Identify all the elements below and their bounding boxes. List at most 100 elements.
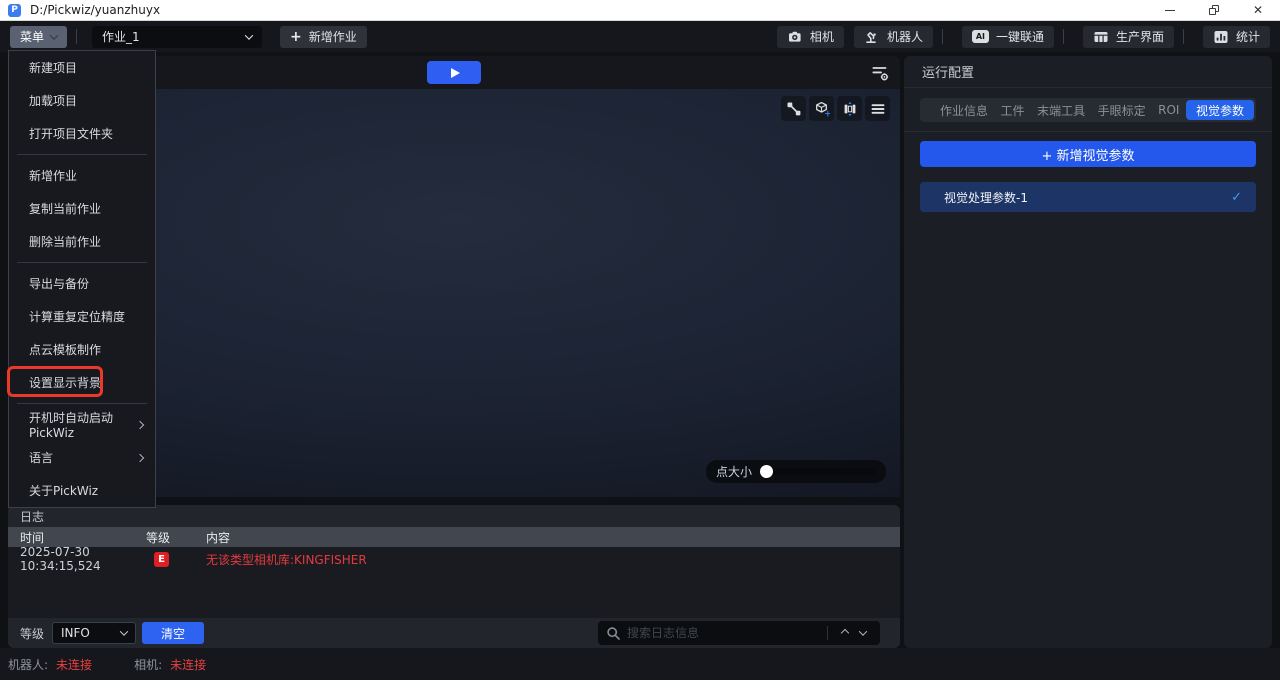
log-col-content: 内容 xyxy=(206,529,900,546)
robot-button[interactable]: 机器人 xyxy=(854,26,933,48)
robot-icon xyxy=(864,29,880,45)
job-select[interactable]: 作业_1 xyxy=(92,26,262,48)
production-grid-icon xyxy=(1093,29,1109,45)
menu-item-language[interactable]: 语言 xyxy=(9,441,155,474)
restore-icon xyxy=(1209,5,1219,15)
log-row[interactable]: 2025-07-30 10:34:15,524 E 无该类型相机库:KINGFI… xyxy=(8,547,900,571)
tab-job-info[interactable]: 作业信息 xyxy=(934,102,994,119)
menu-separator xyxy=(17,262,147,263)
measure-tool-button[interactable] xyxy=(781,96,806,121)
search-next-button[interactable] xyxy=(854,624,872,642)
log-table-header: 时间 等级 内容 xyxy=(8,527,900,547)
ai-link-label: 一键联通 xyxy=(996,28,1044,45)
chevron-down-icon xyxy=(120,627,128,635)
close-icon: ✕ xyxy=(1253,4,1263,16)
robot-status-value: 未连接 xyxy=(56,656,92,673)
log-level-label: 等级 xyxy=(20,625,44,642)
stats-label: 统计 xyxy=(1236,28,1260,45)
log-search-box xyxy=(598,621,880,645)
log-row-level-cell: E xyxy=(146,552,206,567)
statusbar: 机器人: 未连接 相机: 未连接 xyxy=(0,648,1280,680)
log-controls: 等级 INFO 清空 xyxy=(8,618,900,648)
add-vision-param-button[interactable]: + 新增视觉参数 xyxy=(920,141,1256,167)
clear-log-button[interactable]: 清空 xyxy=(142,622,204,644)
chevron-right-icon xyxy=(136,453,144,461)
search-prev-button[interactable] xyxy=(836,624,854,642)
menu-item-open-project-folder[interactable]: 打开项目文件夹 xyxy=(9,117,155,150)
search-icon xyxy=(606,626,621,641)
menu-item-new-project[interactable]: 新建项目 xyxy=(9,51,155,84)
chevron-down-icon xyxy=(245,31,253,39)
minimize-button[interactable] xyxy=(1148,0,1192,21)
camera-button[interactable]: 相机 xyxy=(777,26,844,48)
clip-box-tool-button[interactable] xyxy=(837,96,862,121)
close-button[interactable]: ✕ xyxy=(1236,0,1280,21)
toolbar-separator xyxy=(1183,29,1184,44)
menu-item-set-display-background[interactable]: 设置显示背景 xyxy=(9,366,155,399)
log-title: 日志 xyxy=(20,508,44,525)
display-settings-icon[interactable] xyxy=(870,63,890,83)
toolbar: 菜单 作业_1 + 新增作业 相机 机器人 AI 一键联通 xyxy=(0,21,1280,52)
titlebar: P D:/Pickwiz/yuanzhuyx ✕ xyxy=(0,0,1280,21)
viewport-menu-button[interactable] xyxy=(865,96,890,121)
job-select-value: 作业_1 xyxy=(102,28,140,45)
app-window: P D:/Pickwiz/yuanzhuyx ✕ 菜单 作业_1 + 新增作业 … xyxy=(0,0,1280,680)
slider-thumb[interactable] xyxy=(760,465,773,478)
menu-item-repeat-accuracy[interactable]: 计算重复定位精度 xyxy=(9,300,155,333)
point-size-control: 点大小 xyxy=(706,460,886,483)
menu-button-label: 菜单 xyxy=(20,28,44,45)
point-size-slider[interactable] xyxy=(760,468,876,475)
error-level-badge: E xyxy=(154,552,169,567)
tab-vision-params[interactable]: 视觉参数 xyxy=(1186,100,1254,120)
menu-item-delete-current-job[interactable]: 删除当前作业 xyxy=(9,225,155,258)
viewport-toolbar: + xyxy=(781,96,890,121)
production-view-button[interactable]: 生产界面 xyxy=(1083,26,1174,48)
hamburger-icon xyxy=(870,101,886,117)
search-separator xyxy=(827,626,828,640)
chevron-down-icon xyxy=(50,31,58,39)
tab-end-tool[interactable]: 末端工具 xyxy=(1031,102,1091,119)
ai-link-button[interactable]: AI 一键联通 xyxy=(962,26,1054,48)
run-config-tabs-wrap: 作业信息 工件 末端工具 手眼标定 ROI 视觉参数 xyxy=(904,88,1272,132)
menu-item-about-pickwiz[interactable]: 关于PickWiz xyxy=(9,474,155,507)
robot-status-label: 机器人: xyxy=(8,656,48,673)
tab-roi[interactable]: ROI xyxy=(1152,103,1185,117)
add-job-button[interactable]: + 新增作业 xyxy=(280,26,367,48)
run-button[interactable] xyxy=(427,61,481,84)
menu-item-copy-current-job[interactable]: 复制当前作业 xyxy=(9,192,155,225)
run-config-tabs: 作业信息 工件 末端工具 手眼标定 ROI 视觉参数 xyxy=(920,98,1256,122)
point-size-label: 点大小 xyxy=(716,463,752,480)
menu-item-pointcloud-template[interactable]: 点云模板制作 xyxy=(9,333,155,366)
menu-item-load-project[interactable]: 加载项目 xyxy=(9,84,155,117)
log-search-input[interactable] xyxy=(627,626,819,640)
menu-item-autostart-pickwiz[interactable]: 开机时自动启动PickWiz xyxy=(9,408,155,441)
run-config-title: 运行配置 xyxy=(904,56,1272,88)
ai-icon: AI xyxy=(972,30,989,43)
camera-status-value: 未连接 xyxy=(170,656,206,673)
tab-hand-eye-calib[interactable]: 手眼标定 xyxy=(1092,102,1152,119)
menu-button[interactable]: 菜单 xyxy=(10,26,67,48)
menu-separator xyxy=(17,403,147,404)
menu-item-export-backup[interactable]: 导出与备份 xyxy=(9,267,155,300)
production-view-label: 生产界面 xyxy=(1116,28,1164,45)
log-panel: 日志 时间 等级 内容 2025-07-30 10:34:15,524 E 无该… xyxy=(8,505,900,648)
cube-plus-icon: + xyxy=(814,101,830,117)
log-level-select[interactable]: INFO xyxy=(52,622,136,644)
stats-button[interactable]: 统计 xyxy=(1203,26,1270,48)
log-col-time: 时间 xyxy=(8,529,146,546)
tab-workpiece[interactable]: 工件 xyxy=(995,102,1031,119)
camera-status-label: 相机: xyxy=(134,656,162,673)
add-job-label: 新增作业 xyxy=(309,28,357,45)
play-icon xyxy=(451,68,460,78)
add-cube-tool-button[interactable]: + xyxy=(809,96,834,121)
vision-param-item[interactable]: 视觉处理参数-1 ✓ xyxy=(920,182,1256,212)
node-link-icon xyxy=(786,101,802,117)
app-logo-icon: P xyxy=(8,4,21,17)
menu-item-add-job[interactable]: 新增作业 xyxy=(9,159,155,192)
restore-button[interactable] xyxy=(1192,0,1236,21)
chevron-up-icon xyxy=(841,629,849,637)
camera-label: 相机 xyxy=(810,28,834,45)
toolbar-separator xyxy=(76,29,77,44)
main-menu-dropdown: 新建项目 加载项目 打开项目文件夹 新增作业 复制当前作业 删除当前作业 导出与… xyxy=(8,50,156,508)
svg-text:+: + xyxy=(824,109,830,117)
